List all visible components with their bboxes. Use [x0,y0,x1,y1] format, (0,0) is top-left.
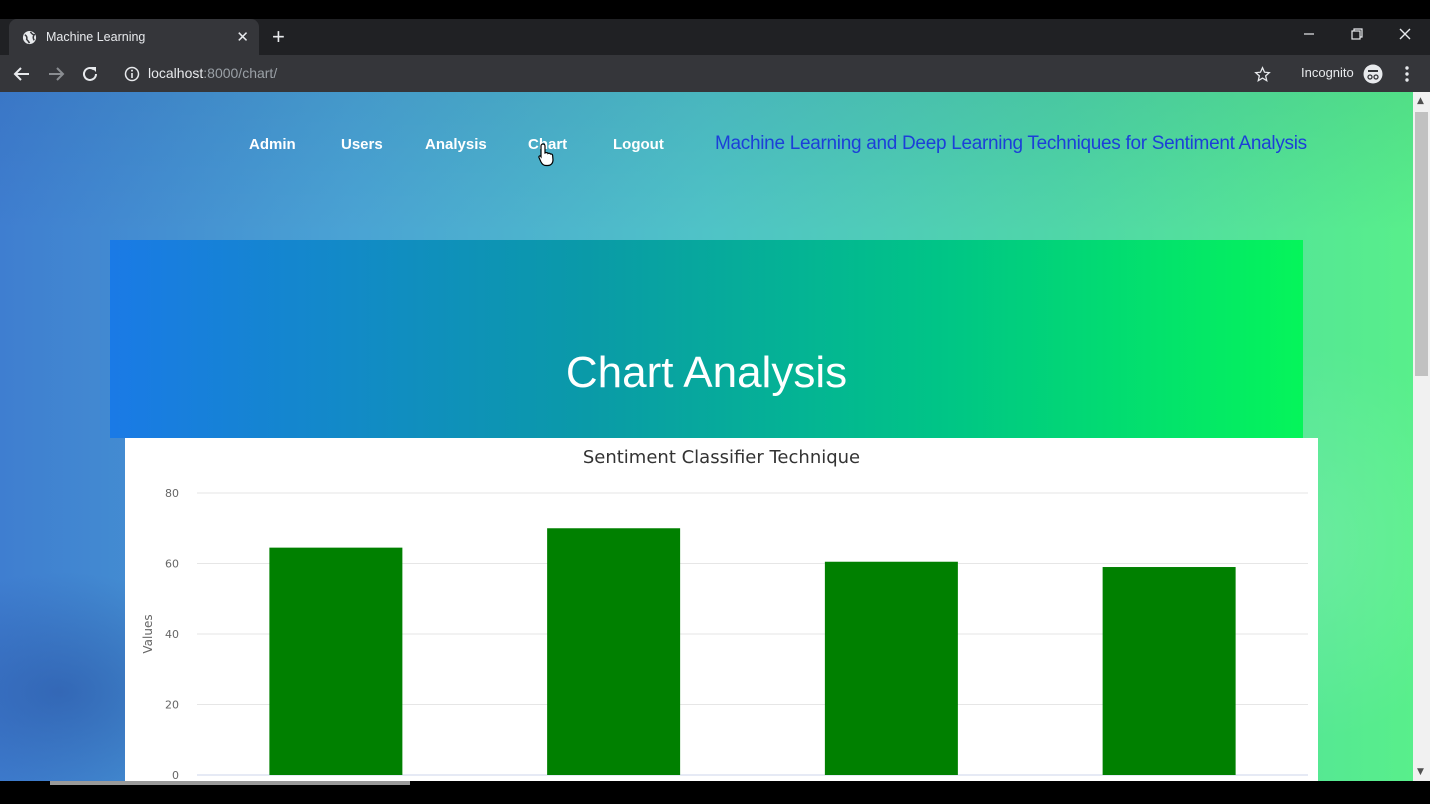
scroll-up-arrow-icon[interactable]: ▲ [1417,96,1424,106]
url-host: localhost [148,65,204,81]
y-tick-label: 0 [172,769,179,781]
site-info-icon[interactable] [122,64,142,84]
tab-close-icon[interactable]: ✕ [236,28,249,46]
scroll-down-arrow-icon[interactable]: ▼ [1417,767,1424,777]
incognito-label: Incognito [1301,65,1354,80]
bar [547,528,681,775]
nav-users[interactable]: Users [341,136,383,153]
y-tick-label: 20 [165,699,179,712]
scrollbar-thumb[interactable] [1415,112,1428,376]
hero-banner: Chart Analysis [110,240,1303,438]
chart-title: Sentiment Classifier Technique [583,447,860,468]
page-shade [0,92,1413,232]
close-window-icon[interactable] [1398,26,1412,46]
y-tick-label: 60 [165,558,179,571]
reload-icon[interactable] [80,64,100,84]
bar [1102,567,1236,775]
nav-logout[interactable]: Logout [613,136,664,153]
bar-chart: Sentiment Classifier Technique 0 20 40 60 80 V… [141,447,1308,781]
bookmark-star-icon[interactable] [1252,64,1272,84]
incognito-icon[interactable] [1363,64,1383,84]
minimize-icon[interactable] [1302,26,1316,46]
site-brand-title: Machine Learning and Deep Learning Techn… [715,133,1307,154]
hand-pointer-icon [538,143,556,171]
horizontal-scrollbar[interactable] [0,781,1430,804]
nav-analysis[interactable]: Analysis [425,136,487,153]
browser-tab[interactable]: Machine Learning ✕ [9,19,259,55]
screen-top-border [0,0,1430,19]
globe-icon [21,29,37,45]
y-axis-label: Values [141,614,155,653]
y-tick-label: 80 [165,487,179,500]
back-arrow-icon[interactable] [12,64,32,84]
page-title: Chart Analysis [565,348,848,397]
bar [269,547,403,775]
menu-kebab-icon[interactable] [1397,64,1417,84]
new-tab-button[interactable]: + [272,26,285,48]
vertical-scrollbar[interactable]: ▲ ▼ [1413,92,1430,781]
restore-icon[interactable] [1350,26,1364,46]
address-bar[interactable] [116,58,1286,89]
tab-title: Machine Learning [46,30,146,44]
browser-toolbar: localhost:8000/chart/ Incognito [0,55,1430,92]
browser-tab-strip: Machine Learning ✕ + [0,19,1430,55]
horizontal-scrollbar-thumb[interactable] [50,781,410,785]
y-tick-label: 40 [165,628,179,641]
url-text[interactable]: localhost:8000/chart/ [148,65,277,81]
web-page: Admin Users Analysis Chart Logout Machin… [0,92,1413,781]
url-path: :8000/chart/ [203,65,278,81]
chart-card: Sentiment Classifier Technique 0 20 40 60 80 V… [125,438,1318,781]
forward-arrow-icon[interactable] [46,64,66,84]
bar [824,561,958,775]
nav-admin[interactable]: Admin [249,136,296,153]
